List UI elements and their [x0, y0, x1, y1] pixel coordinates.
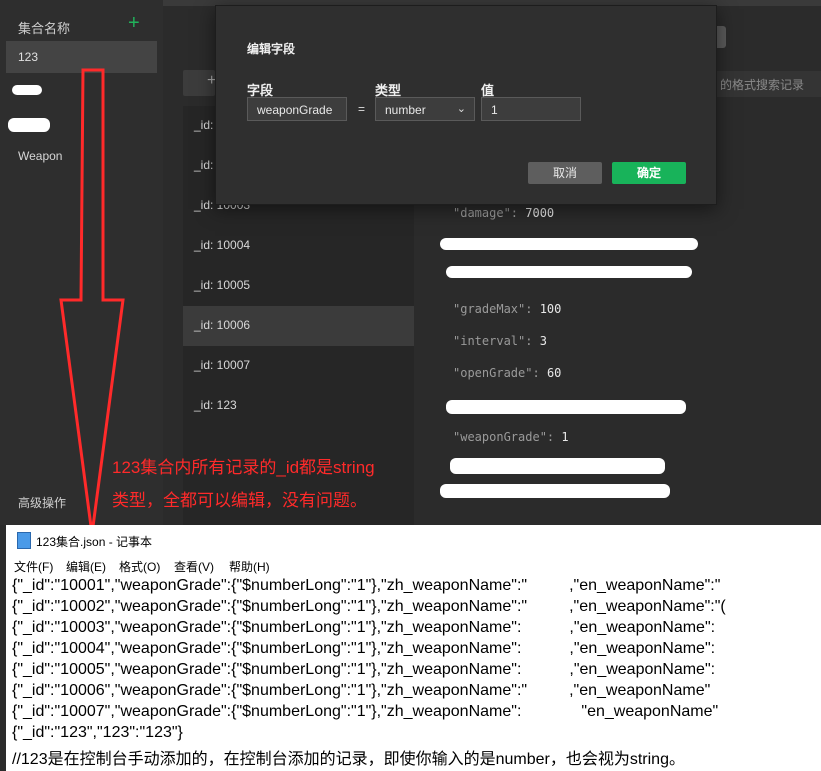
detail-field[interactable]: "weaponGrade": 1	[453, 430, 569, 444]
annotation-text: 123集合内所有记录的_id都是string	[112, 458, 375, 477]
redaction-mark	[440, 484, 670, 498]
notepad-line[interactable]: {"_id":"10004","weaponGrade":{"$numberLo…	[12, 640, 715, 658]
record-row[interactable]: _id: 10005	[183, 266, 414, 306]
menu-view[interactable]: 查看(V)	[174, 558, 214, 575]
collection-item-label: 123	[18, 50, 39, 64]
record-row[interactable]: _id: 10007	[183, 346, 414, 386]
type-select-value: number	[385, 103, 426, 117]
equals-sign: =	[358, 102, 366, 116]
redaction-mark	[450, 458, 665, 474]
redaction-mark	[446, 266, 692, 278]
notepad-line[interactable]: {"_id":"10006","weaponGrade":{"$numberLo…	[12, 682, 710, 700]
record-row[interactable]: _id: 123	[183, 386, 414, 426]
value-input[interactable]: 1	[481, 97, 581, 121]
redaction-mark	[446, 400, 686, 414]
cancel-button[interactable]: 取消	[528, 162, 602, 184]
menu-help[interactable]: 帮助(H)	[229, 558, 270, 575]
redaction-mark	[8, 118, 50, 132]
notepad-line[interactable]: {"_id":"10007","weaponGrade":{"$numberLo…	[12, 703, 718, 721]
detail-field[interactable]: "damage": 7000	[453, 206, 554, 220]
edit-field-dialog: 编辑字段 字段 类型 值 weaponGrade = number ⌄ 1 取消…	[215, 5, 717, 205]
notepad-line[interactable]: {"_id":"10001","weaponGrade":{"$numberLo…	[12, 577, 720, 595]
search-hint: 的格式搜索记录	[720, 78, 805, 92]
notepad-titlebar: 123集合.json - 记事本	[6, 525, 821, 555]
collection-header: 集合名称	[18, 21, 71, 36]
detail-field[interactable]: "openGrade": 60	[453, 366, 561, 380]
detail-field[interactable]: "gradeMax": 100	[453, 302, 561, 316]
notepad-title: 123集合.json - 记事本	[36, 535, 153, 549]
redaction-mark	[12, 85, 42, 95]
notepad-line[interactable]: {"_id":"10002","weaponGrade":{"$numberLo…	[12, 598, 726, 616]
notepad-line[interactable]: {"_id":"123","123":"123"}	[12, 724, 183, 742]
add-record-button[interactable]: +	[183, 70, 216, 96]
notepad-comment-line[interactable]: //123是在控制台手动添加的，在控制台添加的记录，即使你输入的是number，…	[12, 745, 685, 769]
dialog-title: 编辑字段	[247, 42, 296, 56]
plus-icon[interactable]: +	[128, 13, 140, 33]
field-name-input[interactable]: weaponGrade	[247, 97, 347, 121]
menu-file[interactable]: 文件(F)	[14, 558, 53, 575]
notepad-menubar: 文件(F) 编辑(E) 格式(O) 查看(V) 帮助(H)	[6, 555, 821, 575]
chevron-down-icon: ⌄	[456, 103, 466, 115]
record-row[interactable]: _id: 10004	[183, 226, 414, 266]
notepad-icon	[17, 532, 31, 549]
record-row-selected[interactable]: _id: 10006	[183, 306, 414, 346]
menu-format[interactable]: 格式(O)	[119, 558, 160, 575]
notepad-line[interactable]: {"_id":"10005","weaponGrade":{"$numberLo…	[12, 661, 715, 679]
notepad-line[interactable]: {"_id":"10003","weaponGrade":{"$numberLo…	[12, 619, 715, 637]
type-select[interactable]: number ⌄	[375, 97, 475, 121]
redaction-mark	[440, 238, 698, 250]
annotation-text: 类型，全都可以编辑，没有问题。	[112, 491, 367, 510]
confirm-button[interactable]: 确定	[612, 162, 686, 184]
detail-field[interactable]: "interval": 3	[453, 334, 547, 348]
menu-edit[interactable]: 编辑(E)	[66, 558, 106, 575]
